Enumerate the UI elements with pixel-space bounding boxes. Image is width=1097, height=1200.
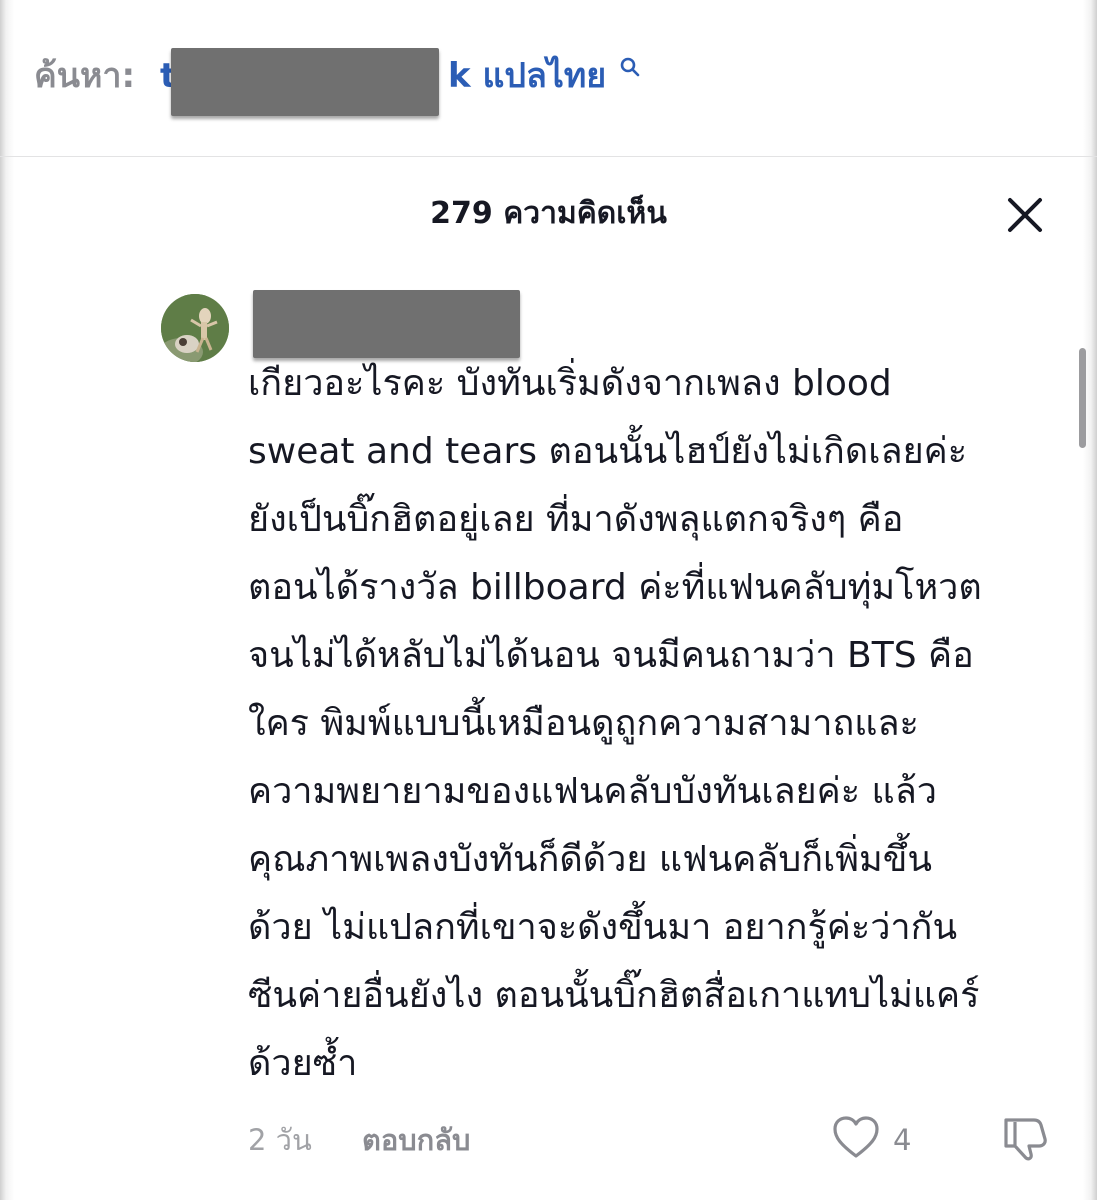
redaction-bar-username	[253, 290, 520, 358]
comments-count-title: 279 ความคิดเห็น	[430, 196, 667, 231]
avatar-image	[161, 294, 229, 362]
thumbs-down-icon[interactable]	[1000, 1112, 1052, 1164]
comment-timestamp: 2 วัน	[248, 1123, 312, 1157]
comment-line: ตอนได้รางวัล billboard ค่ะที่แฟนคลับทุ่ม…	[248, 567, 982, 608]
avatar[interactable]	[161, 294, 229, 362]
comment-actions: 2 วัน ตอบกลับ 4	[0, 1112, 1097, 1168]
reply-button[interactable]: ตอบกลับ	[362, 1120, 470, 1160]
close-icon[interactable]	[1000, 190, 1050, 240]
comment-line: คุณภาพเพลงบังทันก็ดีด้วย แฟนคลับก็เพิ่มข…	[248, 839, 932, 880]
scrollbar-thumb[interactable]	[1079, 348, 1086, 448]
comment-line: เกียวอะไรคะ บังทันเริ่มดังจากเพลง blood	[248, 363, 892, 404]
comment-text: เกียวอะไรคะ บังทันเริ่มดังจากเพลง blood …	[248, 350, 1078, 1098]
redaction-bar-query	[171, 48, 439, 116]
comment-line: ด้วยซ้ำ	[248, 1043, 358, 1084]
search-icon[interactable]	[618, 56, 642, 80]
comment-line: ยังเป็นบิ๊กฮิตอยู่เลย ที่มาดังพลุแตกจริง…	[248, 499, 904, 540]
comment-line: ความพยายามของแฟนคลับบังทันเลยค่ะ แล้ว	[248, 771, 937, 812]
heart-icon[interactable]	[830, 1112, 882, 1164]
comment-line: ด้วย ไม่แปลกที่เขาจะดังขึ้นมา อยากรู้ค่ะ…	[248, 907, 958, 948]
search-prefix-label: ค้นหา:	[34, 56, 136, 96]
search-query-end: k แปลไทย	[448, 56, 607, 96]
comment-line: ซีนค่ายอื่นยังไง ตอนนั้นบิ๊กฮิตสื่อเกาแท…	[248, 975, 980, 1016]
comment-line: sweat and tears ตอนนั้นไฮป์ยังไม่เกิดเลย…	[248, 431, 968, 472]
comment-line: จนไม่ได้หลับไม่ได้นอน จนมีคนถามว่า BTS ค…	[248, 635, 974, 676]
comment-line: ใคร พิมพ์แบบนี้เหมือนดูถูกความสามาถและ	[248, 703, 919, 744]
like-count: 4	[893, 1123, 912, 1157]
search-header: ค้นหา: t k แปลไทย	[0, 0, 1097, 157]
